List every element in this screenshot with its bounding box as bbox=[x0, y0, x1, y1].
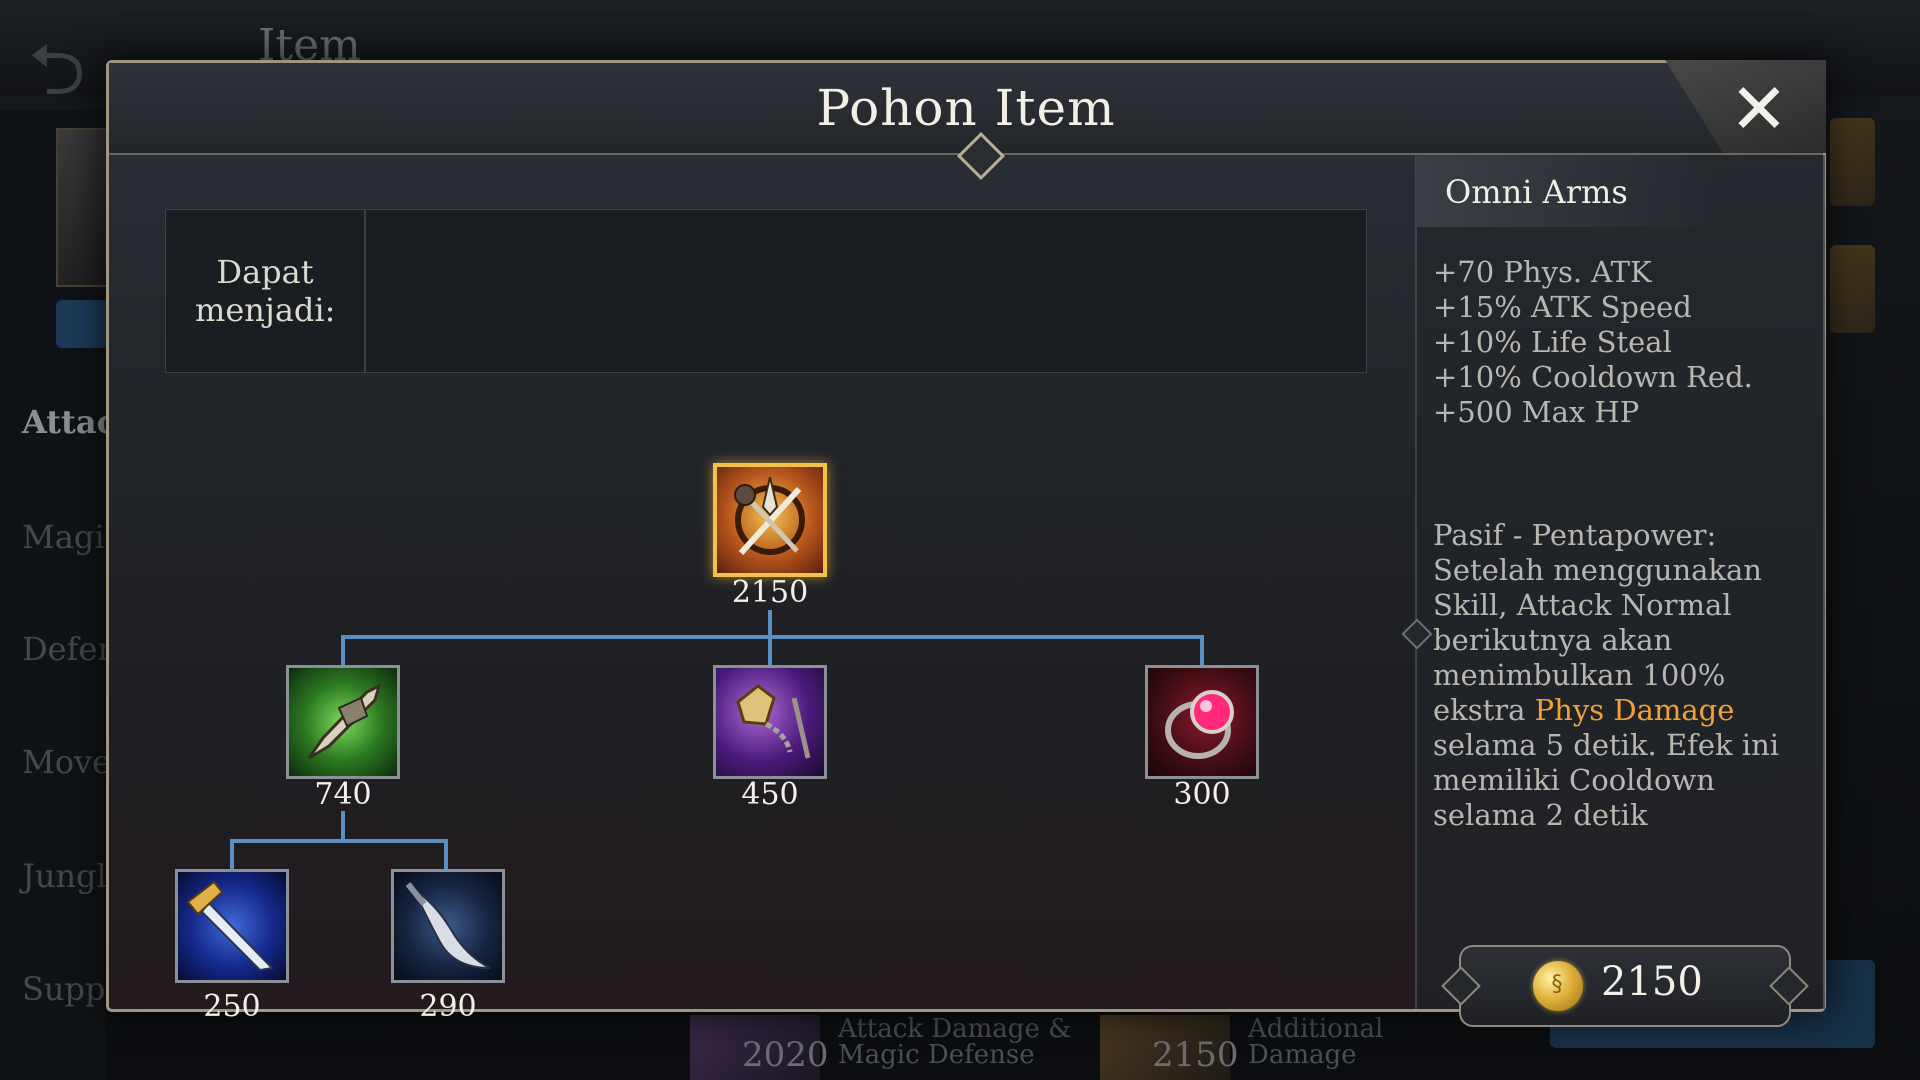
price-value: 2150 bbox=[1601, 959, 1703, 1005]
upgrades-into-label-cell: Dapat menjadi: bbox=[166, 210, 366, 372]
item-price: 300 bbox=[1173, 777, 1231, 812]
gold-coin-icon: § bbox=[1533, 961, 1583, 1011]
background-item-label: Attack Damage & bbox=[838, 1014, 1072, 1044]
background-item-slot[interactable] bbox=[1830, 245, 1875, 333]
stat-line: +500 Max HP bbox=[1433, 395, 1640, 429]
tree-connector bbox=[341, 635, 1204, 639]
background-item-price: 2150 bbox=[1152, 1035, 1239, 1075]
green-blade-icon[interactable] bbox=[286, 665, 400, 779]
background-item-label: Magic Defense bbox=[838, 1040, 1035, 1070]
dialog-title: Pohon Item bbox=[816, 79, 1116, 137]
tree-connector bbox=[341, 635, 345, 665]
stat-line: +10% Cooldown Red. bbox=[1433, 360, 1753, 394]
passive-highlight: Phys Damage bbox=[1534, 693, 1735, 727]
tree-connector bbox=[768, 635, 772, 665]
background-item-slot[interactable] bbox=[1830, 118, 1875, 206]
tree-connector bbox=[444, 839, 448, 869]
ruby-ring-icon[interactable] bbox=[1145, 665, 1259, 779]
item-price: 2150 bbox=[731, 575, 809, 610]
passive-description: Pasif - Pentapower: Setelah menggunakan … bbox=[1433, 518, 1817, 833]
stat-line: +15% ATK Speed bbox=[1433, 290, 1692, 324]
omni-arms-icon[interactable] bbox=[713, 463, 827, 577]
item-tree-dialog: Pohon Item ✕ Dapat menjadi: 2150 740 450… bbox=[106, 60, 1826, 1027]
upgrades-into-box: Dapat menjadi: bbox=[165, 209, 1367, 373]
background-item-label: Additional bbox=[1248, 1014, 1384, 1044]
category-jungle[interactable]: Jungl bbox=[22, 857, 107, 895]
category-defense[interactable]: Defen bbox=[22, 630, 118, 668]
category-movement[interactable]: Move bbox=[22, 743, 111, 781]
item-stats: +70 Phys. ATK +15% ATK Speed +10% Life S… bbox=[1433, 255, 1813, 430]
background-blue-tab[interactable] bbox=[56, 300, 106, 348]
item-detail-panel: Omni Arms +70 Phys. ATK +15% ATK Speed +… bbox=[1401, 155, 1825, 1027]
item-tree-panel: Dapat menjadi: 2150 740 450 300 250 290 bbox=[109, 155, 1415, 1024]
tree-connector bbox=[230, 839, 448, 843]
background-item-price: 2020 bbox=[742, 1035, 829, 1075]
close-icon[interactable]: ✕ bbox=[1719, 69, 1799, 149]
item-price: 250 bbox=[203, 989, 261, 1024]
passive-text: selama 5 detik. Efek ini memiliki Cooldo… bbox=[1433, 728, 1780, 832]
item-price: 450 bbox=[741, 777, 799, 812]
item-name-bar: Omni Arms bbox=[1417, 155, 1717, 227]
upgrades-into-label: Dapat menjadi: bbox=[195, 253, 336, 329]
price-display: § 2150 bbox=[1459, 945, 1791, 1027]
item-price: 290 bbox=[419, 989, 477, 1024]
dagger-icon[interactable] bbox=[175, 869, 289, 983]
category-attack[interactable]: Attac bbox=[22, 403, 116, 441]
stat-line: +70 Phys. ATK bbox=[1433, 255, 1652, 289]
dialog-header: Pohon Item ✕ bbox=[109, 60, 1826, 155]
hero-portrait[interactable] bbox=[56, 128, 110, 287]
item-name: Omni Arms bbox=[1445, 173, 1628, 211]
category-support[interactable]: Supp bbox=[22, 970, 106, 1008]
purple-flail-icon[interactable] bbox=[713, 665, 827, 779]
item-price: 740 bbox=[314, 777, 372, 812]
stat-line: +10% Life Steal bbox=[1433, 325, 1672, 359]
tree-connector bbox=[230, 839, 234, 869]
background-item-label: Damage bbox=[1248, 1040, 1357, 1070]
curved-blade-icon[interactable] bbox=[391, 869, 505, 983]
tree-connector bbox=[1200, 635, 1204, 665]
